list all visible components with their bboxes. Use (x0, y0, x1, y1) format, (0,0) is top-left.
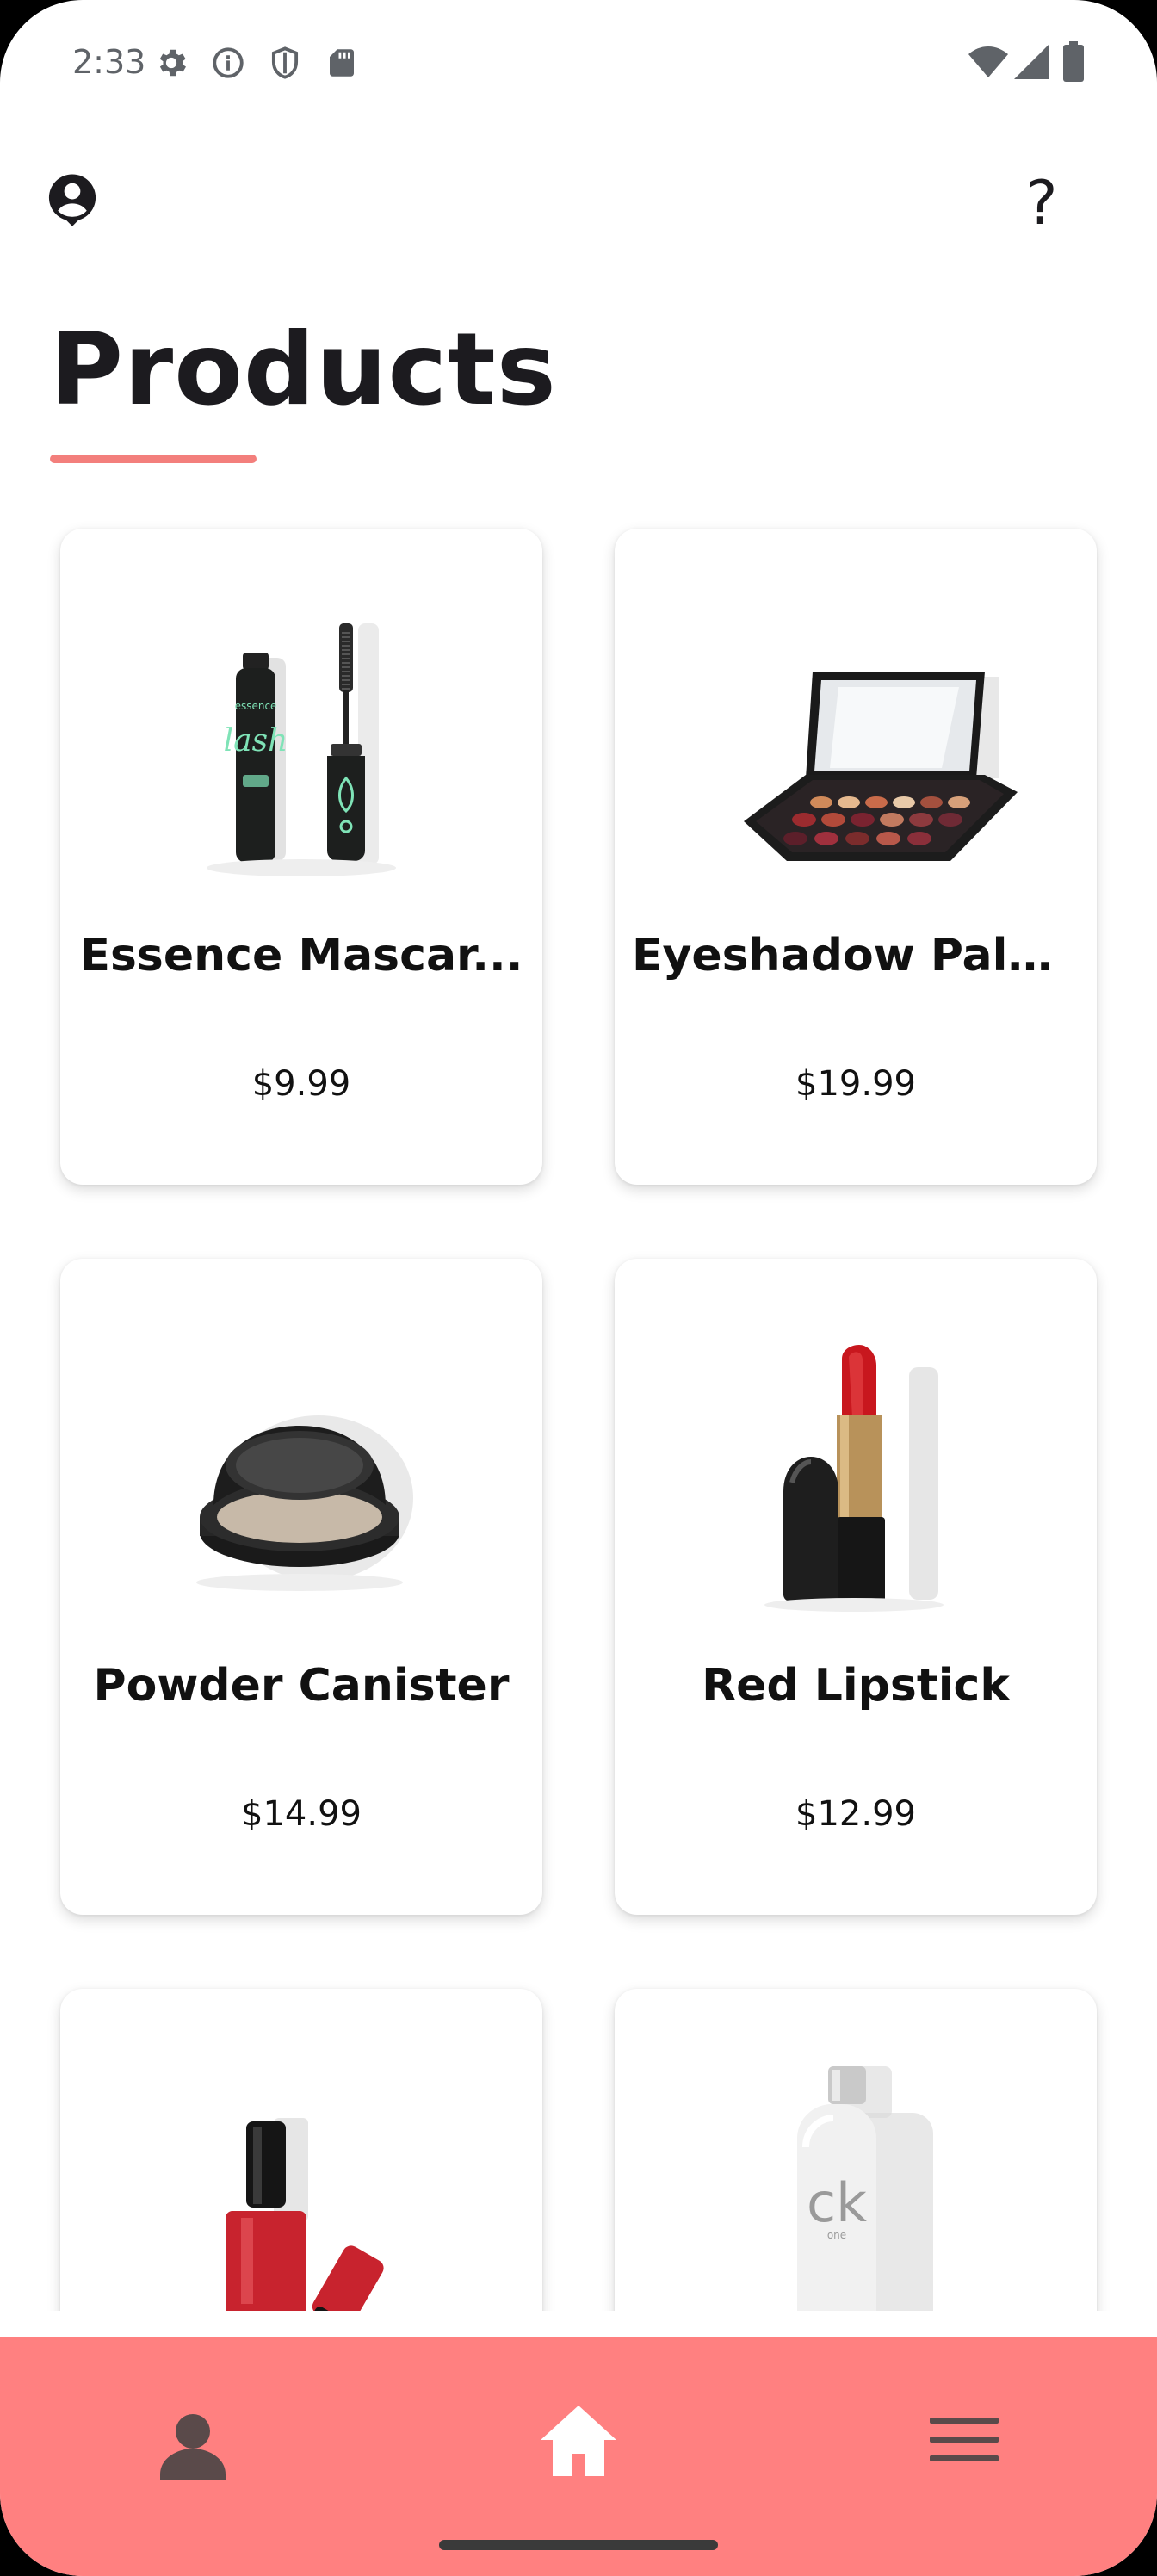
info-icon (210, 45, 246, 85)
product-image-lipstick (764, 1345, 944, 1612)
product-card[interactable]: Red Lipstick $12.99 (615, 1259, 1097, 1915)
product-price: $14.99 (241, 1794, 362, 1834)
product-price: $9.99 (251, 1064, 351, 1104)
perfume-brand-text: ck (807, 2171, 867, 2234)
product-card[interactable] (60, 1989, 542, 2311)
person-icon (160, 2414, 226, 2480)
nav-home[interactable] (518, 2380, 639, 2500)
product-card[interactable]: Powder Canister $14.99 (60, 1259, 542, 1915)
app-screen: 2:33 ? Products essence lash Essence Mas… (0, 0, 1157, 2576)
shield-icon (267, 45, 303, 85)
product-image-powder-compact (196, 1415, 413, 1591)
help-button[interactable]: ? (1016, 169, 1067, 238)
account-button[interactable] (46, 172, 98, 232)
battery-icon (1062, 41, 1085, 87)
home-icon (541, 2406, 616, 2476)
page-title: Products (50, 312, 557, 428)
mascara-brand-text: essence (235, 700, 277, 712)
menu-icon (930, 2418, 999, 2461)
product-image-eyeshadow-palette (744, 672, 1018, 861)
nav-menu[interactable] (904, 2380, 1024, 2500)
signal-icon (1012, 43, 1050, 85)
product-price: $12.99 (795, 1794, 916, 1834)
mascara-label-text: lash (224, 723, 288, 759)
status-time: 2:33 (72, 43, 146, 81)
help-icon: ? (1025, 168, 1058, 238)
perfume-sub-text: one (827, 2229, 846, 2241)
gear-icon (153, 45, 189, 85)
product-image-perfume-bottle: ck one (797, 2066, 933, 2311)
product-name: Eyeshadow Palet... (632, 930, 1080, 981)
product-grid[interactable]: essence lash Essence Mascar... $9.99 Eye… (0, 482, 1157, 2311)
product-price: $19.99 (795, 1064, 916, 1104)
home-indicator[interactable] (439, 2540, 718, 2550)
sd-card-icon (324, 45, 360, 85)
product-image-mascara: essence lash (207, 623, 396, 876)
product-card[interactable]: essence lash Essence Mascar... $9.99 (60, 529, 542, 1185)
product-name: Red Lipstick (702, 1660, 1010, 1712)
product-name: Essence Mascar... (79, 930, 523, 981)
wifi-icon (968, 43, 1009, 85)
product-card[interactable]: ck one (615, 1989, 1097, 2311)
status-bar: 2:33 (0, 0, 1157, 129)
title-underline (50, 455, 257, 463)
product-image-nail-polish (226, 2118, 384, 2311)
account-circle-icon (48, 174, 96, 226)
product-name: Powder Canister (93, 1660, 510, 1712)
product-card[interactable]: Eyeshadow Palet... $19.99 (615, 529, 1097, 1185)
nav-profile[interactable] (133, 2380, 253, 2500)
